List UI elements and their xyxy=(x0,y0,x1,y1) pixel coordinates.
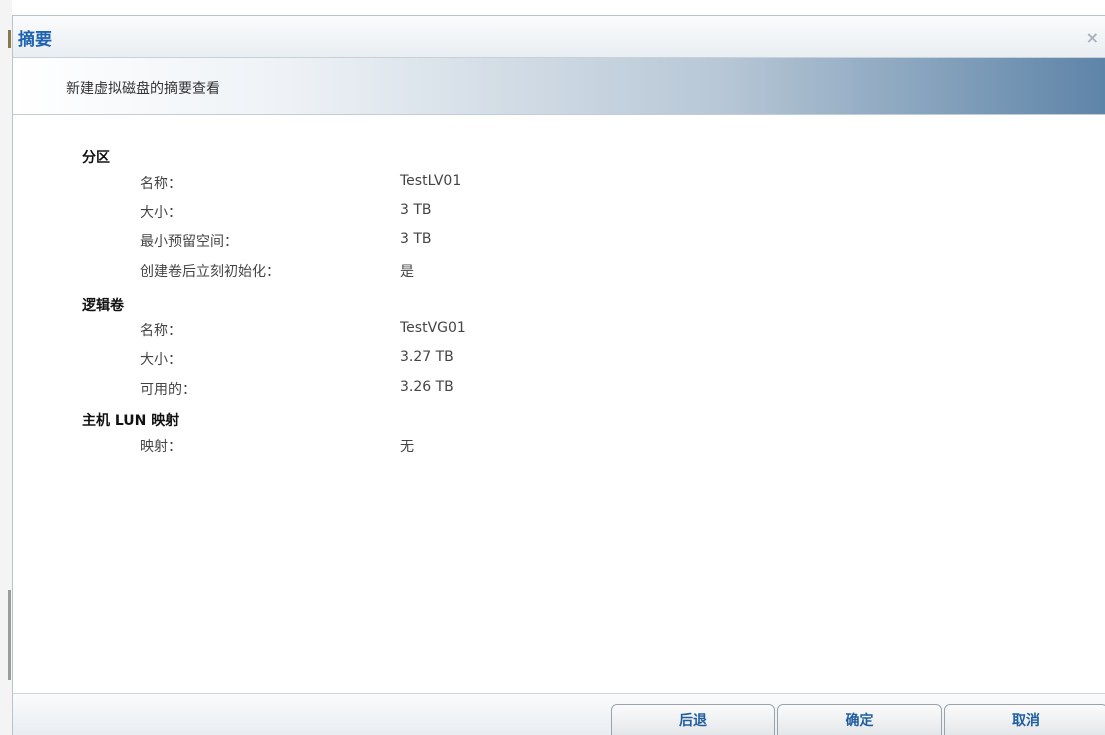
dialog-footer: 后退 确定 取消 xyxy=(13,693,1105,735)
row-label: 大小： xyxy=(140,205,182,221)
close-icon[interactable]: × xyxy=(1086,28,1099,47)
row-value: 3 TB xyxy=(400,202,432,218)
row-value: 是 xyxy=(400,264,414,280)
ok-button[interactable]: 确定 xyxy=(777,704,942,735)
row-value: TestLV01 xyxy=(400,173,462,189)
row-label: 创建卷后立刻初始化： xyxy=(140,264,280,280)
cancel-button[interactable]: 取消 xyxy=(944,704,1105,735)
section-title-partition: 分区 xyxy=(82,150,110,166)
dialog-titlebar[interactable]: 摘要 × xyxy=(13,16,1105,58)
dialog-subheader: 新建虚拟磁盘的摘要查看 xyxy=(13,58,1105,115)
section-title-logical-volume: 逻辑卷 xyxy=(82,298,124,314)
row-label: 映射： xyxy=(140,439,182,455)
summary-content: 分区 名称： TestLV01 大小： 3 TB 最小预留空间： 3 TB 创建… xyxy=(13,115,1105,455)
row-label: 名称： xyxy=(140,323,182,339)
row-value: 3.27 TB xyxy=(400,349,454,365)
row-label: 可用的： xyxy=(140,382,196,398)
row-label: 最小预留空间： xyxy=(140,234,238,250)
background-edge-mark xyxy=(8,590,11,680)
dialog-subtitle: 新建虚拟磁盘的摘要查看 xyxy=(66,81,220,97)
row-value: 3 TB xyxy=(400,231,432,247)
section-title-lun-mapping: 主机 LUN 映射 xyxy=(82,413,180,429)
row-value: 无 xyxy=(400,439,414,455)
dialog-title: 摘要 xyxy=(18,30,52,50)
row-label: 名称： xyxy=(140,176,182,192)
background-edge xyxy=(0,0,12,735)
back-button[interactable]: 后退 xyxy=(611,704,775,735)
background-edge-mark xyxy=(8,30,11,48)
row-label: 大小： xyxy=(140,352,182,368)
row-value: 3.26 TB xyxy=(400,379,454,395)
summary-dialog: 摘要 × 新建虚拟磁盘的摘要查看 分区 名称： TestLV01 大小： 3 T… xyxy=(12,15,1105,735)
row-value: TestVG01 xyxy=(400,320,466,336)
